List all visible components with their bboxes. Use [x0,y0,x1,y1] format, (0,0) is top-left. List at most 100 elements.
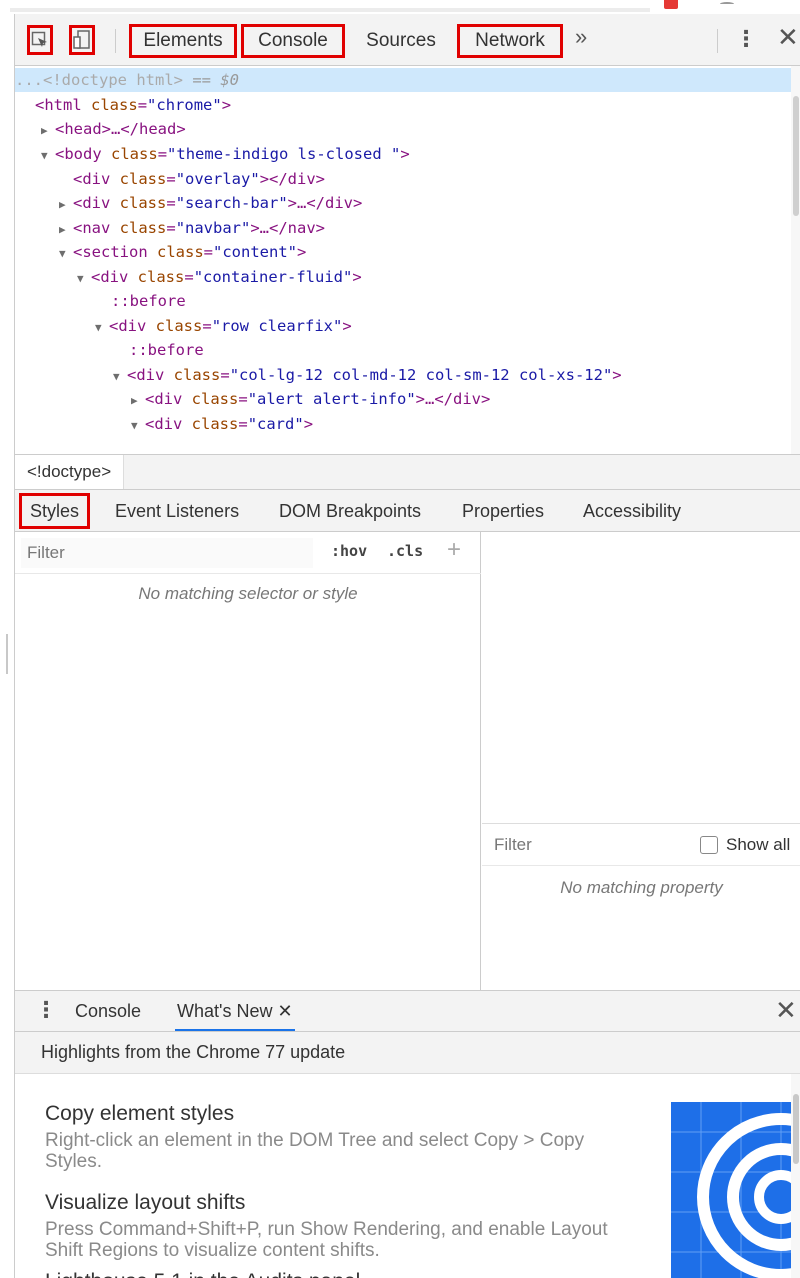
drawer-tab-whats-new[interactable]: What's New ✕ [175,991,295,1031]
collapse-triangle-icon[interactable]: ▼ [95,316,109,340]
collapse-triangle-icon[interactable]: ▼ [59,242,73,266]
device-mobile-icon [73,30,90,49]
expand-triangle-icon[interactable]: ▶ [41,119,55,143]
tab-accessibility[interactable]: Accessibility [583,490,681,532]
whats-new-scrollbar[interactable] [791,1074,800,1278]
attr-value: "theme-indigo ls-closed " [167,145,401,163]
tab-dom-breakpoints[interactable]: DOM Breakpoints [279,490,421,532]
tab-properties[interactable]: Properties [462,490,544,532]
breadcrumb: <!doctype> [15,454,800,490]
tab-sources[interactable]: Sources [357,24,445,58]
styles-filter-input[interactable] [21,538,313,568]
breadcrumb-doctype[interactable]: <!doctype> [15,455,125,489]
attr-name: class [157,243,204,261]
dom-node-pseudo-before[interactable]: ::before [111,289,186,313]
dom-node-search-bar[interactable]: ▶ <div class="search-bar">…</div> [59,191,362,215]
tag-close: > [221,96,232,114]
device-toolbar-button[interactable] [69,25,95,55]
feature-description: Right-click an element in the DOM Tree a… [45,1130,585,1172]
inspect-cursor-icon [31,31,47,47]
drawer-menu-button[interactable]: ⋮ [35,997,57,1023]
dom-node-col[interactable]: ▼ <div class="col-lg-12 col-md-12 col-sm-… [113,363,622,387]
tag-open: <body [55,145,102,163]
new-style-rule-button[interactable]: + [447,536,461,564]
tag-open: <html [35,96,82,114]
attr-value: "col-lg-12 col-md-12 col-sm-12 col-xs-12… [229,366,613,384]
show-all-checkbox[interactable] [700,836,718,854]
customize-menu-button[interactable]: ⋮ [735,26,757,52]
tag-open: <div [73,194,111,212]
tab-console[interactable]: Console [241,24,345,58]
collapse-triangle-icon[interactable]: ▼ [41,144,55,168]
dom-node-html[interactable]: <html class="chrome"> [35,93,231,117]
expand-triangle-icon[interactable]: ▶ [59,193,73,217]
collapse-triangle-icon[interactable]: ▼ [113,365,127,389]
cls-toggle[interactable]: .cls [387,542,423,560]
devtools-toolbar: Elements Console Sources Network » ⋮ ✕ [15,14,800,66]
attr-value: "container-fluid" [193,268,353,286]
tag-close: ></div> [259,170,326,188]
tag-open: <section [73,243,148,261]
dom-node-overlay[interactable]: <div class="overlay"></div> [73,167,325,191]
dom-node-card[interactable]: ▼ <div class="card"> [131,412,313,436]
dom-node-pseudo-before[interactable]: ::before [129,338,204,362]
page-gutter [0,14,14,1278]
dom-node-doctype[interactable]: ...<!doctype html> == $0 [15,68,791,92]
tag-open: <nav [73,219,111,237]
tag-open: <div [145,415,183,433]
dom-node-section[interactable]: ▼ <section class="content"> [59,240,306,264]
dom-node-row[interactable]: ▼ <div class="row clearfix"> [95,314,352,338]
dom-tree: ...<!doctype html> == $0 <html class="ch… [15,66,800,454]
feature-illustration [671,1102,791,1278]
feature-title[interactable]: Copy element styles [45,1102,234,1126]
dom-node-alert[interactable]: ▶ <div class="alert alert-info">…</div> [131,387,490,411]
dom-node-container-fluid[interactable]: ▼ <div class="container-fluid"> [77,265,362,289]
tag-open: <div [91,268,129,286]
tab-network[interactable]: Network [457,24,563,58]
feature-title[interactable]: Lighthouse 5.1 in the Audits panel [45,1270,360,1278]
feature-title[interactable]: Visualize layout shifts [45,1191,245,1215]
close-devtools-button[interactable]: ✕ [777,22,799,53]
node-ellipsis: ... [15,71,43,89]
tag-close: >…</div> [287,194,363,212]
computed-filter-input[interactable]: Filter [494,835,532,855]
attr-name: class [191,390,239,408]
inspect-element-button[interactable] [27,25,53,55]
attr-name: class [191,415,239,433]
attr-value: "overlay" [175,170,260,188]
attr-name: class [173,366,221,384]
dom-node-head[interactable]: ▶ <head>…</head> [41,117,186,141]
scrollbar-thumb[interactable] [793,1094,799,1164]
profile-icon[interactable] [720,2,734,6]
dom-node-navbar[interactable]: ▶ <nav class="navbar">…</nav> [59,216,325,240]
tag-close: >…</nav> [250,219,325,237]
attr-value: "row clearfix" [211,317,343,335]
tab-styles[interactable]: Styles [19,493,91,529]
scrollbar-thumb[interactable] [793,96,799,216]
tag-close: > [400,145,410,163]
computed-empty-message: No matching property [560,878,723,897]
styles-empty-message: No matching selector or style [138,584,358,603]
resize-grip[interactable] [6,634,8,674]
attr-name: class [119,170,167,188]
pseudo-element: ::before [111,292,186,310]
computed-filter-row: Filter Show all [482,824,800,866]
tag-close: > [297,243,307,261]
dom-tree-scrollbar[interactable] [791,66,800,454]
tag-open: <div [109,317,147,335]
extension-icon[interactable] [664,0,678,9]
expand-triangle-icon[interactable]: ▶ [131,389,145,413]
drawer-tab-console[interactable]: Console [75,991,141,1031]
expand-triangle-icon[interactable]: ▶ [59,218,73,242]
show-all-label[interactable]: Show all [726,835,790,855]
dom-node-body[interactable]: ▼ <body class="theme-indigo ls-closed "> [41,142,410,166]
collapse-triangle-icon[interactable]: ▼ [131,414,145,438]
more-tabs-button[interactable]: » [575,24,587,50]
tag-close: > [303,415,314,433]
tab-event-listeners[interactable]: Event Listeners [115,490,239,532]
tab-elements[interactable]: Elements [129,24,237,58]
hov-toggle[interactable]: :hov [331,542,367,560]
box-model-area [482,532,800,824]
close-drawer-button[interactable]: ✕ [775,995,797,1026]
collapse-triangle-icon[interactable]: ▼ [77,267,91,291]
